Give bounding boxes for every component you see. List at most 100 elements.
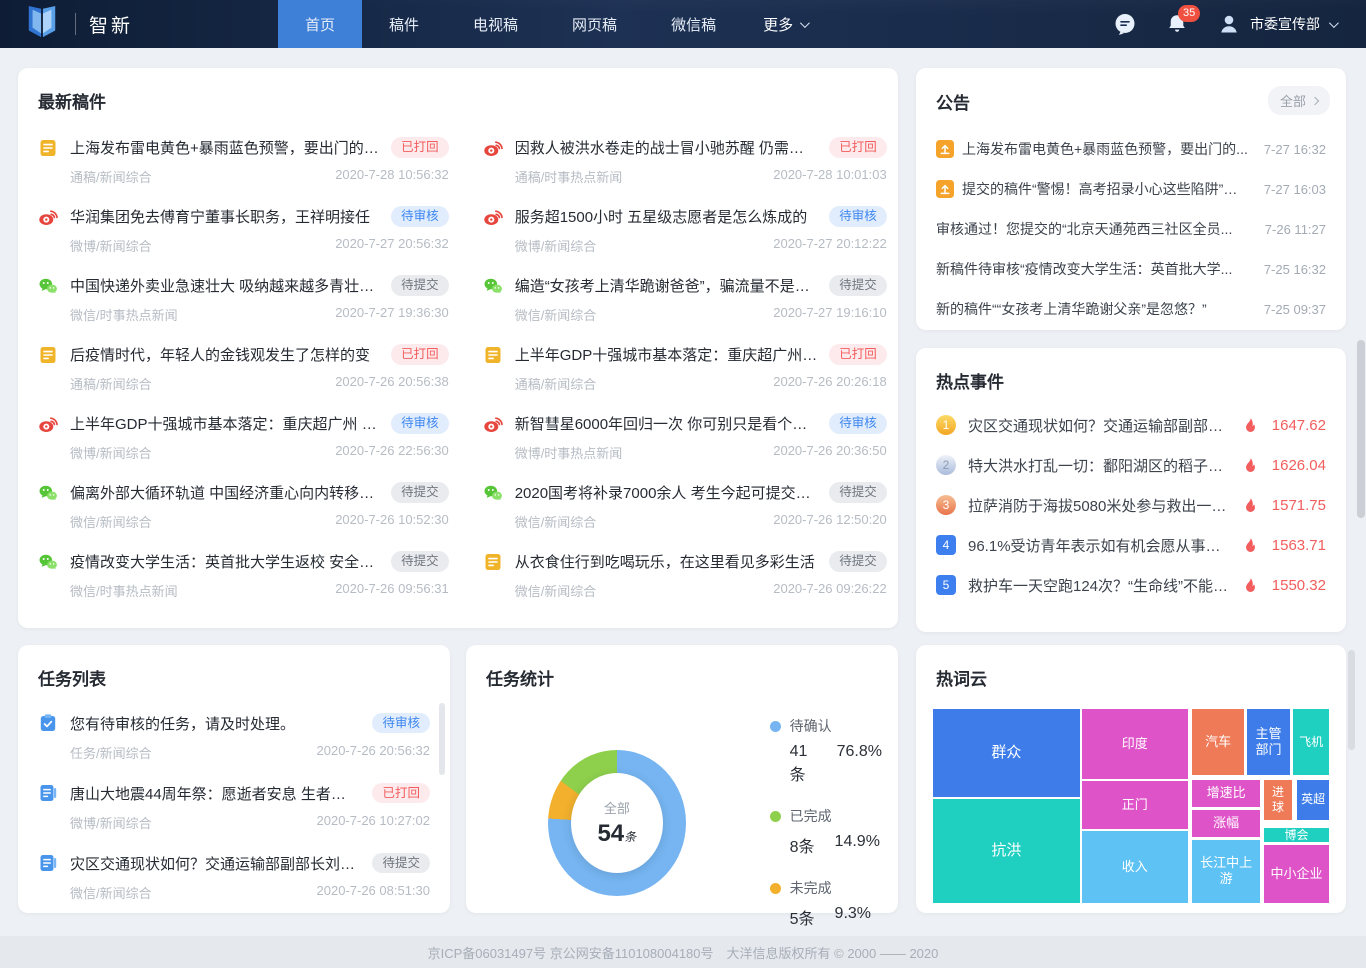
hotword-block[interactable]: 长江中上游 bbox=[1191, 838, 1262, 904]
draft-item[interactable]: 后疫情时代，年轻人的金钱观发生了怎样的变 已打回 通稿/新闻综合 2020-7-… bbox=[38, 334, 449, 403]
page-scrollbar-thumb[interactable] bbox=[1357, 340, 1365, 518]
flame-icon bbox=[1244, 577, 1258, 593]
announcement-item[interactable]: 上海发布雷电黄色+暴雨蓝色预警，要出门的... 7-27 16:32 bbox=[936, 129, 1326, 169]
hotword-block[interactable]: 抗洪 bbox=[932, 797, 1081, 904]
donut-center-value: 54条 bbox=[597, 819, 637, 847]
draft-title: 中国快递外卖业急速壮大 吸纳越来越多青壮年劳 bbox=[70, 278, 380, 295]
nav-more-menu[interactable]: 更多 bbox=[763, 14, 810, 35]
hotword-block[interactable]: 飞机 bbox=[1292, 708, 1330, 776]
task-stats-panel: 任务统计 全部 54条 待确认 41条 76.8% 已完成 8条 14.9% 未… bbox=[466, 645, 898, 928]
task-item[interactable]: 您有待审核的任务，请及时处理。 待审核 任务/新闻综合 2020-7-26 20… bbox=[38, 702, 430, 772]
announcement-date: 7-25 16:32 bbox=[1263, 261, 1326, 277]
task-category: 微信/新闻综合 bbox=[70, 885, 152, 901]
hotword-label: 汽车 bbox=[1205, 733, 1232, 749]
draft-item[interactable]: 从衣食住行到吃喝玩乐，在这里看见多彩生活 待提交 微信/新闻综合 2020-7-… bbox=[483, 541, 887, 610]
hotword-block[interactable]: 中小企业 bbox=[1263, 844, 1330, 904]
draft-item[interactable]: 偏离外部大循环轨道 中国经济重心向内转移无法 待提交 微信/新闻综合 2020-… bbox=[38, 472, 449, 541]
announcement-text: 审核通过！您提交的“北京天通苑西三社区全员... bbox=[936, 221, 1233, 237]
draft-item[interactable]: 因救人被洪水卷走的战士冒小驰苏醒 仍需在ICU... 已打回 通稿/时事热点新闻… bbox=[483, 127, 887, 196]
hot-events-list: 1 灾区交通现状如何？交通运输部副部长刘小... 1647.62 2 特大洪水打… bbox=[932, 405, 1330, 605]
announcements-all-button[interactable]: 全部 bbox=[1267, 86, 1330, 115]
hotword-label: 主管部门 bbox=[1255, 725, 1282, 757]
status-badge: 待提交 bbox=[391, 482, 449, 503]
column-scrollbar-thumb[interactable] bbox=[1348, 650, 1355, 750]
nav-item[interactable]: 网页稿 bbox=[545, 0, 644, 48]
nav-item[interactable]: 电视稿 bbox=[446, 0, 545, 48]
hotword-block[interactable]: 主管部门 bbox=[1246, 708, 1291, 776]
hot-event-text: 灾区交通现状如何？交通运输部副部长刘小... bbox=[968, 417, 1232, 435]
draft-item[interactable]: 编造“女孩考上清华跪谢爸爸”，骗流量不是正能量 待提交 微信/新闻综合 2020… bbox=[483, 265, 887, 334]
hotword-block[interactable]: 正门 bbox=[1080, 779, 1189, 830]
app-title: 智新 bbox=[89, 15, 134, 37]
legend-percent: 14.9% bbox=[834, 833, 880, 850]
legend-percent: 9.3% bbox=[834, 905, 872, 922]
hotword-block[interactable]: 群众 bbox=[932, 708, 1081, 798]
hot-event-item[interactable]: 4 96.1%受访青年表示如有机会愿从事新职业 1563.71 bbox=[936, 525, 1326, 565]
hot-event-item[interactable]: 3 拉萨消防于海拔5080米处参与救出一露营... 1571.75 bbox=[936, 485, 1326, 525]
draft-item[interactable]: 上半年GDP十强城市基本落定：重庆超广州 南... 已打回 通稿/新闻综合 20… bbox=[483, 334, 887, 403]
message-icon[interactable] bbox=[1113, 12, 1137, 36]
pin-top-icon bbox=[936, 180, 954, 198]
hotword-block[interactable]: 收入 bbox=[1080, 829, 1189, 904]
draft-timestamp: 2020-7-26 09:56:31 bbox=[335, 581, 449, 596]
legend-label: 未完成 bbox=[789, 880, 832, 896]
hotword-block[interactable]: 英超 bbox=[1296, 778, 1330, 821]
legend-item[interactable]: 未完成 5条 9.3% bbox=[769, 878, 882, 929]
weibo-icon bbox=[38, 414, 58, 434]
announcements-title: 公告 bbox=[936, 94, 970, 113]
nav-item[interactable]: 首页 bbox=[278, 0, 363, 48]
status-badge: 待审核 bbox=[829, 206, 887, 227]
announcement-item[interactable]: 审核通过！您提交的“北京天通苑西三社区全员... 7-26 11:27 bbox=[936, 209, 1326, 249]
announcement-item[interactable]: 新稿件待审核“疫情改变大学生活：英首批大学... 7-25 16:32 bbox=[936, 249, 1326, 289]
hot-event-item[interactable]: 2 特大洪水打乱一切：鄱阳湖区的稻子怎么救? 1626.04 bbox=[936, 445, 1326, 485]
announcement-item[interactable]: 新的稿件““女孩考上清华跪谢父亲”是忽悠？” 7-25 09:37 bbox=[936, 289, 1326, 329]
task-item[interactable]: 灾区交通现状如何？交通运输部副部长刘小明回... 待提交 微信/新闻综合 202… bbox=[38, 842, 430, 912]
task-timestamp: 2020-7-26 08:51:30 bbox=[316, 882, 430, 898]
draft-item[interactable]: 华润集团免去傅育宁董事长职务，王祥明接任 待审核 微博/新闻综合 2020-7-… bbox=[38, 196, 449, 265]
legend-dot bbox=[769, 720, 781, 732]
hotword-block[interactable]: 增速比 bbox=[1191, 778, 1262, 808]
draft-title: 服务超1500小时 五星级志愿者是怎么炼成的 bbox=[514, 209, 808, 226]
hotword-block[interactable]: 汽车 bbox=[1191, 708, 1246, 776]
draft-item[interactable]: 上海发布雷电黄色+暴雨蓝色预警，要出门的小... 已打回 通稿/新闻综合 202… bbox=[38, 127, 449, 196]
hot-event-item[interactable]: 5 救护车一天空跑124次？“生命线”不能随... 1550.32 bbox=[936, 565, 1326, 605]
draft-item[interactable]: 2020国考将补录7000余人 考生今起可提交调剂... 待提交 微信/新闻综合… bbox=[483, 472, 887, 541]
announcement-item[interactable]: 提交的稿件“警惕！高考招录小心这些陷阱”审... 7-27 16:03 bbox=[936, 169, 1326, 209]
nav-item[interactable]: 稿件 bbox=[362, 0, 446, 48]
task-item[interactable]: 唐山大地震44周年祭：愿逝者安息 生者无畏 已打回 微博/新闻综合 2020-7… bbox=[38, 772, 430, 842]
hotword-block[interactable]: 博会 bbox=[1263, 826, 1330, 844]
hotword-block[interactable]: 涨幅 bbox=[1191, 808, 1262, 838]
draft-title: 疫情改变大学生活：英首批大学生返校 安全成焦点 bbox=[70, 554, 380, 571]
hotword-block[interactable]: 进球 bbox=[1263, 778, 1293, 821]
doc-blue-icon bbox=[38, 853, 58, 873]
announcement-text: 新稿件待审核“疫情改变大学生活：英首批大学... bbox=[936, 261, 1233, 277]
task-donut-chart[interactable]: 全部 54条 bbox=[548, 749, 686, 896]
draft-timestamp: 2020-7-26 12:50:20 bbox=[773, 512, 887, 527]
notification-bell-icon[interactable]: 35 bbox=[1165, 5, 1201, 36]
panel-scrollbar-thumb[interactable] bbox=[439, 703, 445, 775]
legend-item[interactable]: 已完成 8条 14.9% bbox=[769, 806, 882, 857]
draft-item[interactable]: 新智彗星6000年回归一次 你可别只是看个热闹 待审核 微博/时事热点新闻 20… bbox=[483, 403, 887, 472]
flame-icon bbox=[1244, 417, 1258, 433]
status-badge: 待审核 bbox=[391, 413, 449, 434]
task-title: 灾区交通现状如何？交通运输部副部长刘小明回... bbox=[70, 855, 360, 873]
draft-category: 微博/新闻综合 bbox=[70, 446, 152, 461]
legend-item[interactable]: 待确认 41条 76.8% bbox=[769, 716, 882, 785]
draft-category: 微博/新闻综合 bbox=[70, 239, 152, 254]
draft-item[interactable]: 疫情改变大学生活：英首批大学生返校 安全成焦点 待提交 微信/时事热点新闻 20… bbox=[38, 541, 449, 610]
app-logo-icon bbox=[22, 5, 62, 44]
hotword-block[interactable]: 印度 bbox=[1080, 708, 1189, 780]
draft-title: 编造“女孩考上清华跪谢爸爸”，骗流量不是正能量 bbox=[514, 278, 818, 295]
task-stats-title: 任务统计 bbox=[486, 670, 554, 689]
draft-item[interactable]: 上半年GDP十强城市基本落定：重庆超广州 南京 待审核 微博/新闻综合 2020… bbox=[38, 403, 449, 472]
wechat-icon bbox=[38, 276, 58, 296]
draft-item[interactable]: 服务超1500小时 五星级志愿者是怎么炼成的 待审核 微博/新闻综合 2020-… bbox=[483, 196, 887, 265]
hot-event-item[interactable]: 1 灾区交通现状如何？交通运输部副部长刘小... 1647.62 bbox=[936, 405, 1326, 445]
draft-title: 后疫情时代，年轻人的金钱观发生了怎样的变 bbox=[70, 347, 371, 364]
user-menu[interactable]: 市委宣传部 bbox=[1217, 12, 1339, 36]
brand[interactable]: 智新 bbox=[0, 5, 278, 44]
draft-item[interactable]: 中国快递外卖业急速壮大 吸纳越来越多青壮年劳 待提交 微信/时事热点新闻 202… bbox=[38, 265, 449, 334]
hotword-label: 正门 bbox=[1121, 796, 1148, 812]
nav-item[interactable]: 微信稿 bbox=[644, 0, 743, 48]
task-list-title: 任务列表 bbox=[38, 670, 106, 689]
